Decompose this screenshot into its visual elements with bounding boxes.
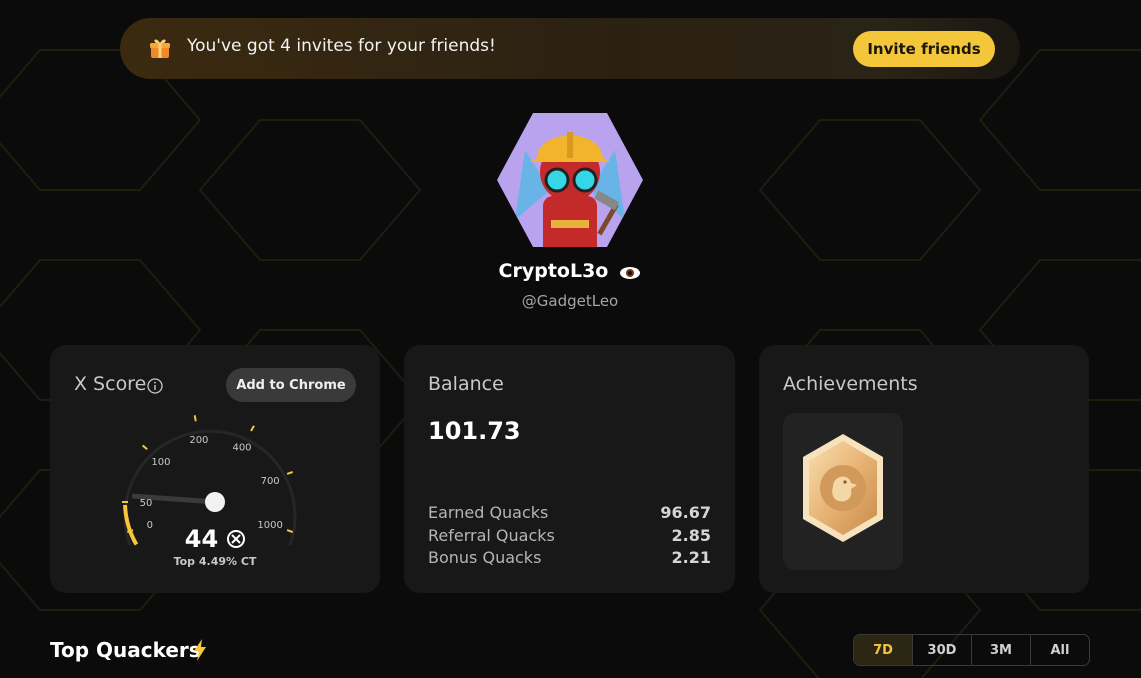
gauge-tick: [141, 444, 148, 451]
eye-icon: [620, 266, 641, 279]
achievements-card: Achievements: [759, 345, 1089, 593]
invite-banner-text: You've got 4 invites for your friends!: [187, 36, 496, 56]
tab-3m[interactable]: 3M: [972, 635, 1031, 665]
earned-quacks-row: Earned Quacks 96.67: [428, 503, 711, 522]
gauge-needle-hub: [205, 492, 225, 512]
balance-card: Balance 101.73 Earned Quacks 96.67 Refer…: [404, 345, 735, 593]
tab-all[interactable]: All: [1031, 635, 1089, 665]
referral-quacks-row: Referral Quacks 2.85: [428, 526, 711, 545]
info-icon[interactable]: [147, 378, 163, 394]
referral-quacks-value: 2.85: [671, 526, 711, 545]
crypto-twitter-logo-icon: [227, 530, 246, 548]
bonus-quacks-value: 2.21: [671, 548, 711, 567]
xscore-value-row: 44: [50, 525, 380, 553]
earned-quacks-value: 96.67: [660, 503, 711, 522]
bonus-quacks-row: Bonus Quacks 2.21: [428, 548, 711, 567]
invite-banner: You've got 4 invites for your friends! I…: [120, 18, 1020, 79]
invite-friends-button[interactable]: Invite friends: [853, 31, 995, 67]
balance-value: 101.73: [428, 417, 521, 445]
duck-badge-icon: [803, 434, 883, 542]
gauge-tick: [286, 470, 294, 475]
profile-avatar[interactable]: [495, 110, 645, 250]
gauge-tick-label: 200: [189, 435, 208, 446]
referral-quacks-label: Referral Quacks: [428, 526, 555, 545]
xscore-rank: Top 4.49% CT: [173, 555, 257, 568]
time-range-tabs: 7D 30D 3M All: [853, 634, 1090, 666]
gauge-tick-label: 100: [151, 457, 170, 468]
xscore-value: 44: [184, 525, 219, 553]
xscore-card: X Score Add to Chrome 0 50 100 200 400 700 100…: [50, 345, 380, 593]
display-name: CryptoL3o: [498, 260, 609, 282]
add-to-chrome-button[interactable]: Add to Chrome: [226, 368, 356, 402]
gauge-tick-label: 400: [232, 443, 251, 454]
username-row: CryptoL3o: [440, 260, 700, 282]
gauge-tick: [250, 425, 255, 432]
xscore-title: X Score: [74, 373, 147, 395]
top-quackers-title: Top Quackers: [50, 638, 201, 662]
achievements-title: Achievements: [783, 373, 918, 395]
lightning-bolt-icon: [194, 639, 206, 661]
bonus-quacks-label: Bonus Quacks: [428, 548, 542, 567]
gauge-tick-label: 700: [261, 476, 280, 487]
tab-7d[interactable]: 7D: [854, 635, 913, 665]
gauge-tick-label: 50: [140, 498, 153, 509]
user-handle: @GadgetLeo: [521, 292, 619, 310]
achievement-badge-tile[interactable]: [783, 413, 903, 570]
balance-title: Balance: [428, 373, 504, 395]
gauge-tick: [193, 415, 197, 422]
tab-30d[interactable]: 30D: [913, 635, 972, 665]
gift-icon: [150, 39, 170, 58]
earned-quacks-label: Earned Quacks: [428, 503, 549, 522]
